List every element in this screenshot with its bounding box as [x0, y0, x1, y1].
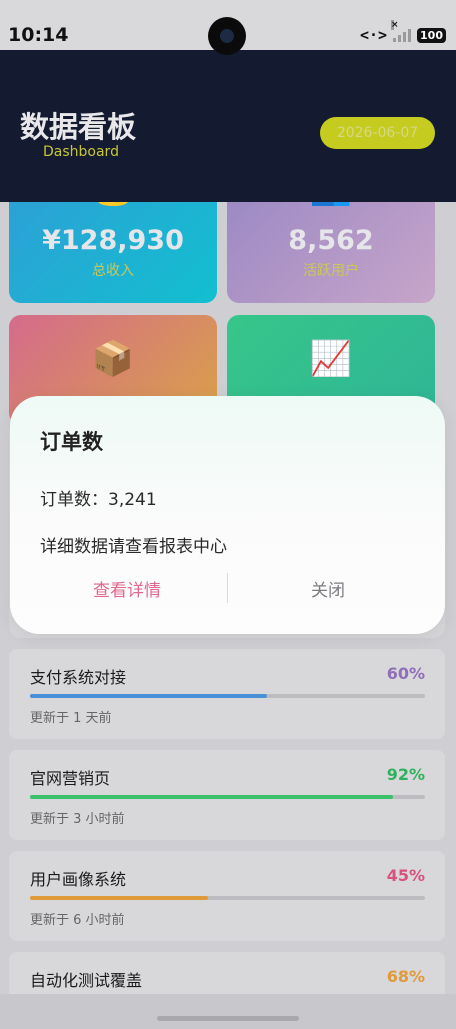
page-title: 数据看板	[20, 110, 137, 144]
date-selector[interactable]: 2026-06-07	[320, 117, 435, 149]
project-percent: 45%	[386, 866, 425, 885]
close-button[interactable]: 关闭	[233, 576, 423, 601]
dialog-message: 详细数据请查看报表中心	[40, 537, 227, 557]
project-name: 用户画像系统	[30, 870, 127, 889]
progress-track	[30, 795, 425, 799]
project-name: 支付系统对接	[30, 668, 127, 687]
project-card[interactable]: 支付系统对接 60% 更新于 1 天前	[9, 649, 445, 739]
chart-increasing-icon: 📈	[309, 339, 353, 379]
orders-dialog: 订单数 订单数：3,241 详细数据请查看报表中心 查看详情 关闭	[10, 396, 445, 634]
battery-icon: 100	[417, 27, 446, 43]
project-name: 官网营销页	[30, 769, 111, 788]
view-details-button[interactable]: 查看详情	[32, 576, 222, 601]
progress-fill	[30, 694, 267, 698]
project-percent: 92%	[386, 765, 425, 784]
progress-fill	[30, 896, 208, 900]
front-camera	[208, 17, 246, 55]
status-icons: <·> × 100	[359, 20, 446, 44]
project-percent: 68%	[386, 967, 425, 986]
progress-track	[30, 694, 425, 698]
data-transfer-icon: <·>	[359, 26, 388, 44]
button-divider	[227, 573, 228, 603]
status-bar: 10:14 <·> × 100	[0, 0, 456, 55]
progress-track	[30, 896, 425, 900]
dialog-title: 订单数	[40, 430, 103, 454]
home-indicator[interactable]	[157, 1016, 299, 1021]
package-icon: 📦	[91, 339, 135, 379]
stat-label: 总收入	[92, 263, 134, 279]
page-subtitle: Dashboard	[43, 144, 119, 160]
status-time: 10:14	[8, 24, 69, 46]
signal-icon: ×	[391, 20, 412, 42]
project-updated: 更新于 6 小时前	[30, 913, 125, 928]
project-card[interactable]: 官网营销页 92% 更新于 3 小时前	[9, 750, 445, 840]
dialog-order-count: 订单数：3,241	[40, 490, 157, 510]
project-card[interactable]: 用户画像系统 45% 更新于 6 小时前	[9, 851, 445, 941]
progress-fill	[30, 795, 394, 799]
stat-value: 8,562	[288, 225, 374, 256]
navigation-bar	[0, 994, 456, 1029]
project-name: 自动化测试覆盖	[30, 971, 143, 990]
dashboard-header: 数据看板 Dashboard 2026-06-07	[0, 50, 456, 202]
project-updated: 更新于 1 天前	[30, 711, 112, 726]
stat-label: 活跃用户	[303, 263, 359, 279]
project-percent: 60%	[386, 664, 425, 683]
stat-value: ¥128,930	[42, 225, 184, 256]
project-updated: 更新于 3 小时前	[30, 812, 125, 827]
